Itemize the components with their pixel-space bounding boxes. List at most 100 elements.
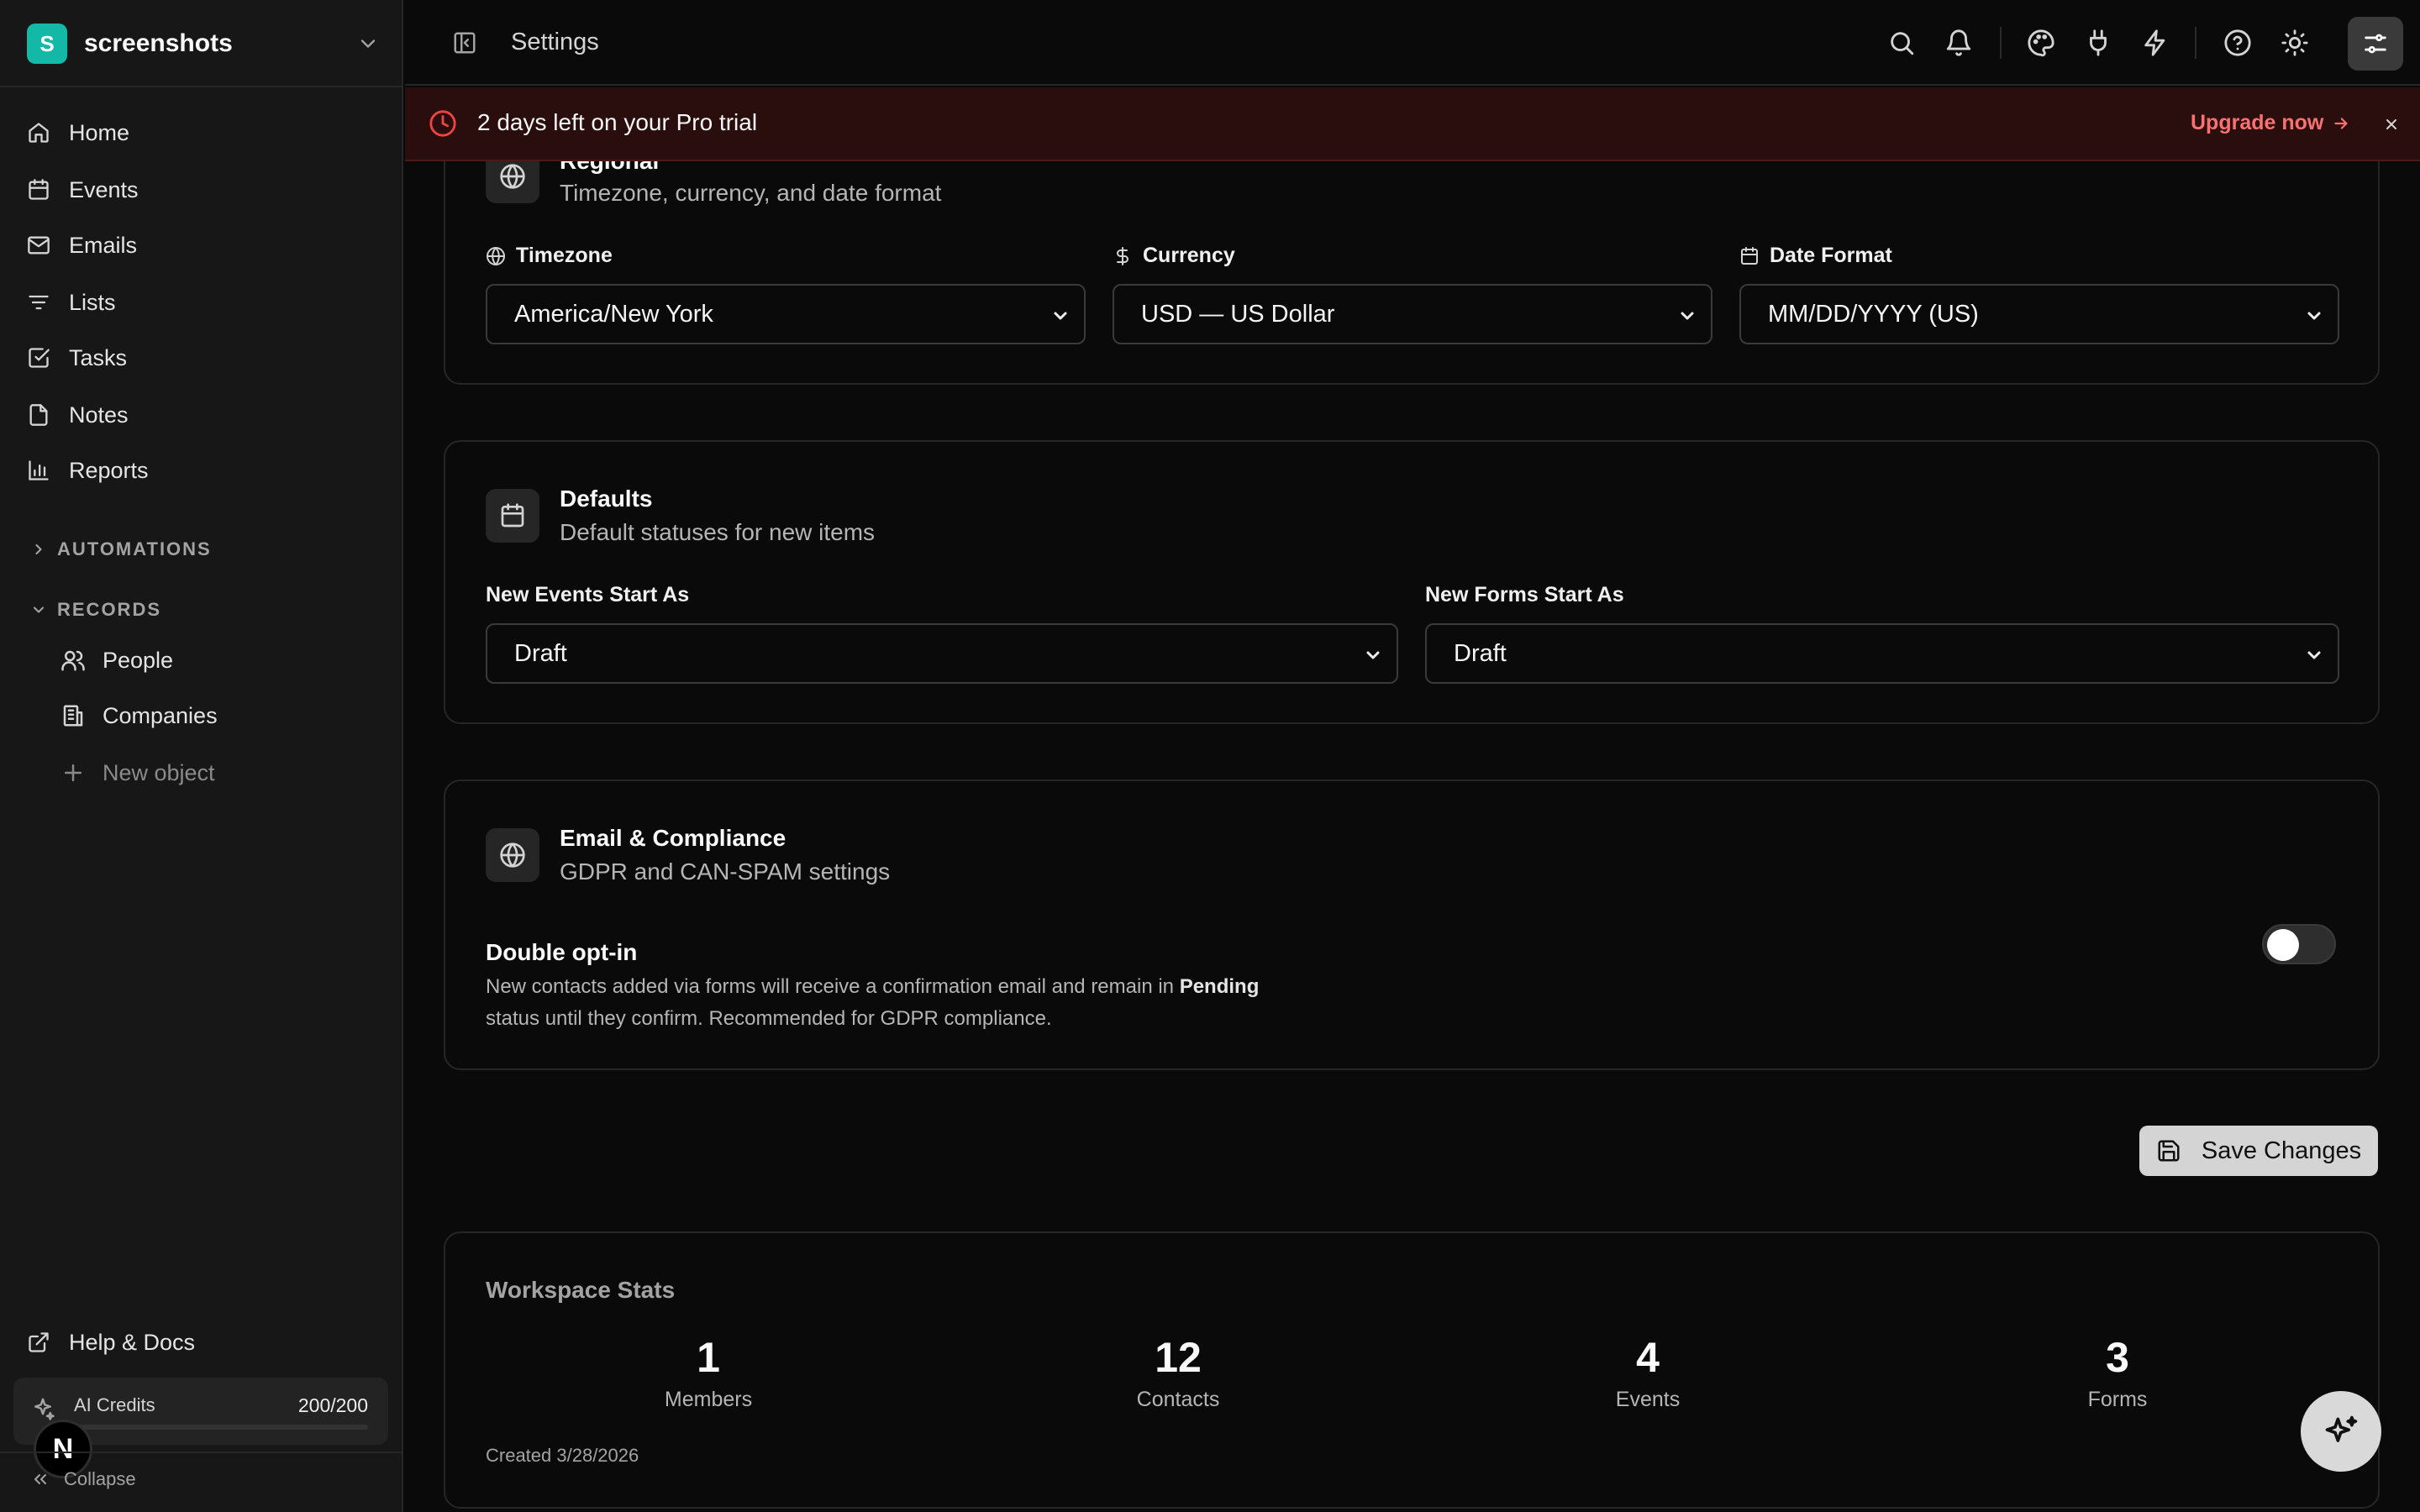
currency-select[interactable]: USD — US Dollar: [1113, 284, 1712, 344]
sidebar-item-events[interactable]: Events: [27, 168, 380, 212]
sliders-icon: [2365, 34, 2386, 54]
sparkles-icon: [2325, 1415, 2358, 1442]
topbar: Settings: [405, 0, 2420, 86]
stat-members: 1 Members: [582, 1332, 834, 1412]
upgrade-label: Upgrade now: [2191, 111, 2324, 134]
email-subtitle: GDPR and CAN-SPAM settings: [560, 858, 891, 885]
chevron-down-icon: [1681, 312, 1694, 320]
timezone-select[interactable]: America/New York: [486, 284, 1086, 344]
section-automations[interactable]: AUTOMATIONS: [30, 534, 212, 564]
stats-title: Workspace Stats: [486, 1277, 676, 1303]
help-circle-icon[interactable]: [2223, 29, 2252, 57]
double-optin-title: Double opt-in: [486, 939, 638, 965]
timezone-label: Timezone: [486, 244, 613, 268]
ai-credits-value: 200/200: [297, 1394, 368, 1416]
users-icon: [61, 650, 85, 671]
dollar-icon: [1117, 246, 1128, 265]
double-optin-toggle[interactable]: [2262, 924, 2336, 964]
chevron-down-icon: [1366, 651, 1380, 659]
sidebar-item-lists[interactable]: Lists: [27, 281, 380, 324]
collapse-sidebar-button[interactable]: Collapse: [30, 1468, 136, 1490]
globe-icon: [500, 164, 525, 189]
currency-label: Currency: [1113, 244, 1235, 268]
field-label-text: Date Format: [1770, 244, 1892, 267]
page-title: Settings: [511, 29, 599, 55]
stat-value: 12: [1155, 1334, 1202, 1381]
card-icon: [486, 828, 539, 882]
sidebar-item-notes[interactable]: Notes: [27, 393, 380, 437]
help-label: Help & Docs: [69, 1329, 196, 1355]
date-format-label: Date Format: [1739, 244, 1892, 268]
field-label-text: Currency: [1143, 244, 1235, 267]
sidebar-item-label: Reports: [69, 457, 149, 483]
sidebar-toggle-icon[interactable]: [452, 30, 477, 55]
new-forms-label: New Forms Start As: [1425, 583, 1624, 607]
select-value: Draft: [514, 639, 567, 667]
sidebar-item-label: Companies: [103, 702, 218, 728]
new-events-label: New Events Start As: [486, 583, 689, 607]
save-label: Save Changes: [2201, 1137, 2362, 1164]
chevron-right-icon: [35, 543, 42, 555]
new-forms-status-select[interactable]: Draft: [1425, 623, 2339, 684]
stat-label: Contacts: [1136, 1388, 1220, 1411]
sidebar-item-label: People: [103, 647, 174, 673]
email-compliance-card: Email & Compliance GDPR and CAN-SPAM set…: [444, 780, 2380, 1070]
desc-part: status until they confirm. Recommended f…: [486, 1007, 1052, 1030]
select-value: MM/DD/YYYY (US): [1768, 300, 1979, 328]
external-link-icon: [29, 1332, 49, 1352]
check-square-icon: [29, 348, 50, 368]
workspace-switcher[interactable]: S screenshots: [27, 24, 380, 64]
select-value: USD — US Dollar: [1141, 300, 1335, 328]
sidebar-item-people[interactable]: People: [60, 638, 380, 682]
sidebar-item-tasks[interactable]: Tasks: [27, 336, 380, 380]
sidebar-item-label: Home: [69, 119, 130, 145]
zap-icon[interactable]: [2141, 29, 2170, 57]
stat-label: Events: [1615, 1388, 1681, 1411]
chevron-down-icon: [1054, 312, 1067, 320]
search-icon[interactable]: [1887, 29, 1916, 57]
section-records[interactable]: RECORDS: [30, 595, 161, 625]
help-docs-link[interactable]: Help & Docs: [27, 1320, 195, 1364]
bell-icon[interactable]: [1944, 29, 1973, 57]
ai-assistant-button[interactable]: [2301, 1391, 2381, 1472]
stat-value: 1: [697, 1334, 720, 1381]
sidebar-item-label: Events: [69, 176, 139, 202]
double-optin-description: New contacts added via forms will receiv…: [486, 971, 1292, 1035]
stat-contacts: 12 Contacts: [1052, 1332, 1304, 1412]
field-label-text: Timezone: [516, 244, 613, 267]
collapse-label: Collapse: [64, 1468, 136, 1489]
sidebar: S screenshots Home Events Emails Lists T…: [0, 0, 403, 1512]
arrow-right-icon: [2334, 117, 2348, 129]
chevrons-left-icon: [34, 1474, 46, 1484]
chevron-down-icon: [2307, 651, 2321, 659]
sidebar-item-reports[interactable]: Reports: [27, 449, 380, 492]
plus-icon: [65, 764, 82, 781]
sidebar-item-label: Notes: [69, 402, 129, 428]
trial-banner-overlay: 2 days left on your Pro trial Upgrade no…: [405, 87, 2420, 161]
workspace-stats-card: Workspace Stats 1 Members 12 Contacts 4 …: [444, 1231, 2380, 1509]
sparkles-icon: [34, 1398, 55, 1420]
sidebar-item-companies[interactable]: Companies: [60, 694, 380, 738]
close-icon[interactable]: [2381, 114, 2402, 134]
save-changes-button[interactable]: Save Changes: [2139, 1126, 2378, 1176]
palette-icon[interactable]: [2027, 29, 2055, 57]
sidebar-item-label: Lists: [69, 289, 116, 315]
new-events-status-select[interactable]: Draft: [486, 623, 1398, 684]
settings-button[interactable]: [2348, 17, 2403, 71]
upgrade-now-link[interactable]: Upgrade now: [2191, 111, 2350, 135]
plug-icon[interactable]: [2084, 29, 2112, 57]
stat-value: 3: [2106, 1334, 2129, 1381]
date-format-select[interactable]: MM/DD/YYYY (US): [1739, 284, 2339, 344]
email-title: Email & Compliance: [560, 825, 786, 851]
chevron-down-icon: [33, 606, 45, 613]
section-label: AUTOMATIONS: [57, 538, 212, 559]
workspace-name: screenshots: [84, 29, 233, 57]
sidebar-item-home[interactable]: Home: [27, 111, 380, 155]
stat-label: Members: [664, 1388, 753, 1411]
save-icon: [2158, 1140, 2180, 1162]
globe-icon: [487, 246, 505, 265]
sun-icon[interactable]: [2281, 29, 2309, 57]
new-object-button[interactable]: New object: [60, 751, 380, 795]
created-date: Created 3/28/2026: [486, 1445, 639, 1466]
sidebar-item-emails[interactable]: Emails: [27, 223, 380, 267]
